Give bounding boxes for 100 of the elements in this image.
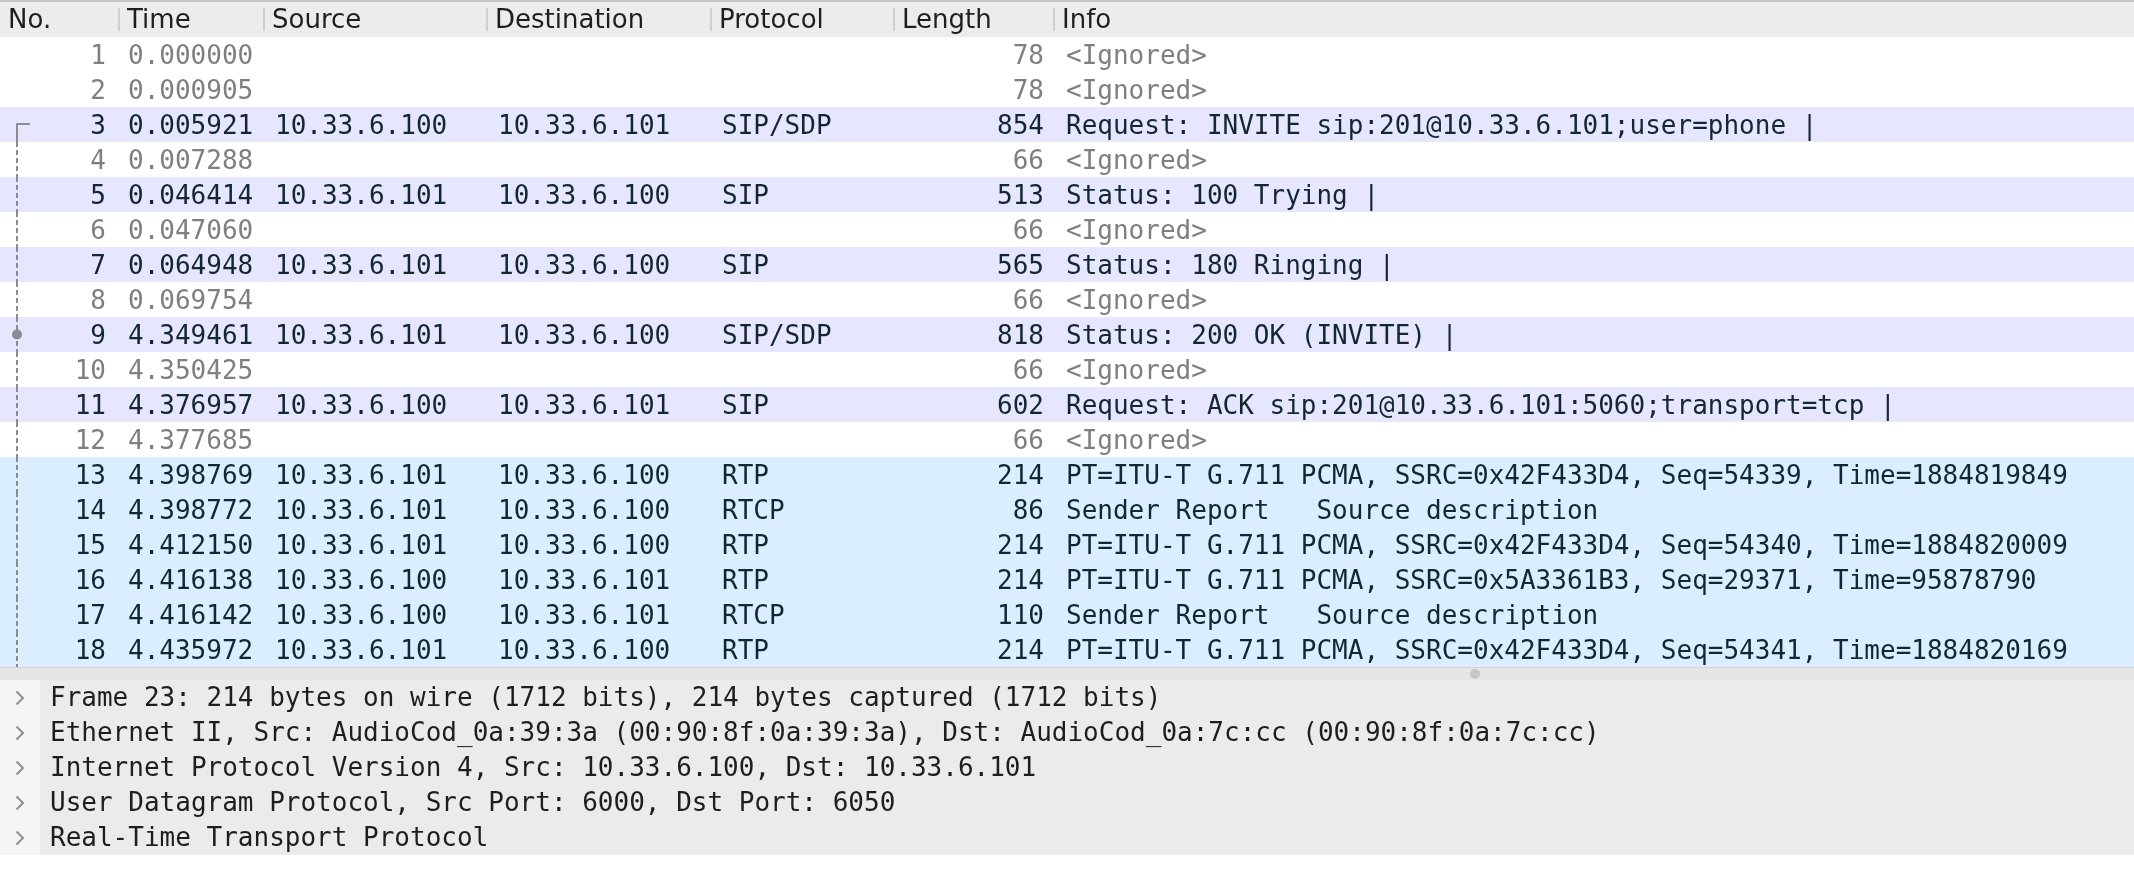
protocol-name: RTP	[722, 459, 769, 490]
protocol-name: SIP/SDP	[722, 319, 832, 350]
packet-time: 4.377685	[128, 424, 254, 455]
packet-info: Status: 180 Ringing |	[1066, 249, 1395, 280]
source-address: 10.33.6.101	[275, 529, 448, 560]
packet-row[interactable]: 7 0.064948 10.33.6.101 10.33.6.100 SIP 565 Status: 180 Ringing |	[0, 247, 2134, 282]
column-header[interactable]: Info	[1053, 2, 2134, 37]
packet-time: 4.398769	[128, 459, 254, 490]
packet-info: <Ignored>	[1066, 214, 1207, 245]
packet-number: 13	[74, 459, 106, 490]
packet-length: 66	[1012, 284, 1044, 315]
packet-length: 78	[1012, 39, 1044, 70]
packet-length: 66	[1012, 424, 1044, 455]
destination-address: 10.33.6.100	[498, 529, 671, 560]
packet-row[interactable]: 17 4.416142 10.33.6.100 10.33.6.101 RTCP 110 Sender Report Source description	[0, 597, 2134, 632]
packet-number: 14	[74, 494, 106, 525]
packet-number: 12	[74, 424, 106, 455]
packet-time: 0.047060	[128, 214, 254, 245]
packet-info: <Ignored>	[1066, 354, 1207, 385]
column-header[interactable]: Source	[263, 2, 486, 37]
destination-address: 10.33.6.100	[498, 179, 671, 210]
packet-number: 3	[90, 109, 106, 140]
packet-number: 6	[90, 214, 106, 245]
column-header[interactable]: Protocol	[710, 2, 893, 37]
packet-number: 4	[90, 144, 106, 175]
packet-length: 513	[997, 179, 1044, 210]
source-address: 10.33.6.100	[275, 109, 448, 140]
packet-row[interactable]: 16 4.416138 10.33.6.100 10.33.6.101 RTP 214 PT=ITU-T G.711 PCMA, SSRC=0x5A3361B3, Seq=29371, Time=95878790	[0, 562, 2134, 597]
packet-row[interactable]: 5 0.046414 10.33.6.101 10.33.6.100 SIP 513 Status: 100 Trying |	[0, 177, 2134, 212]
packet-time: 4.376957	[128, 389, 254, 420]
packet-row[interactable]: 14 4.398772 10.33.6.101 10.33.6.100 RTCP 86 Sender Report Source description	[0, 492, 2134, 527]
packet-info: PT=ITU-T G.711 PCMA, SSRC=0x42F433D4, Seq=54339, Time=1884819849	[1066, 459, 2068, 490]
packet-info: Status: 200 OK (INVITE) |	[1066, 319, 1458, 350]
protocol-name: SIP	[722, 389, 769, 420]
packet-number: 8	[90, 284, 106, 315]
source-address: 10.33.6.101	[275, 459, 448, 490]
packet-info: PT=ITU-T G.711 PCMA, SSRC=0x42F433D4, Seq=54341, Time=1884820169	[1066, 634, 2068, 665]
source-address: 10.33.6.100	[275, 599, 448, 630]
packet-length: 66	[1012, 214, 1044, 245]
packet-number: 10	[74, 354, 106, 385]
packet-row[interactable]: 18 4.435972 10.33.6.101 10.33.6.100 RTP 214 PT=ITU-T G.711 PCMA, SSRC=0x42F433D4, Seq=54341, Time=1884820169	[0, 632, 2134, 667]
packet-row[interactable]: 9 4.349461 10.33.6.101 10.33.6.100 SIP/SDP 818 Status: 200 OK (INVITE) |	[0, 317, 2134, 352]
detail-item[interactable]: Real-Time Transport Protocol	[40, 820, 2134, 855]
packet-length: 854	[997, 109, 1044, 140]
packet-time: 0.007288	[128, 144, 254, 175]
packet-length: 818	[997, 319, 1044, 350]
packet-info: <Ignored>	[1066, 39, 1207, 70]
detail-item[interactable]: Frame 23: 214 bytes on wire (1712 bits), 214 bytes captured (1712 bits)	[40, 680, 2134, 715]
packet-row[interactable]: 11 4.376957 10.33.6.100 10.33.6.101 SIP 602 Request: ACK sip:201@10.33.6.101:5060;transport=tcp |	[0, 387, 2134, 422]
packet-number: 11	[74, 389, 106, 420]
column-header[interactable]: Destination	[486, 2, 710, 37]
expand-toggle[interactable]	[0, 820, 40, 855]
source-address: 10.33.6.100	[275, 564, 448, 595]
packet-row[interactable]: 15 4.412150 10.33.6.101 10.33.6.100 RTP 214 PT=ITU-T G.711 PCMA, SSRC=0x42F433D4, Seq=54340, Time=1884820009	[0, 527, 2134, 562]
protocol-name: RTCP	[722, 494, 785, 525]
source-address: 10.33.6.101	[275, 494, 448, 525]
packet-info: <Ignored>	[1066, 74, 1207, 105]
packet-info: <Ignored>	[1066, 144, 1207, 175]
packet-row[interactable]: 3 0.005921 10.33.6.100 10.33.6.101 SIP/SDP 854 Request: INVITE sip:201@10.33.6.101;user=phone |	[0, 107, 2134, 142]
packet-time: 4.412150	[128, 529, 254, 560]
packet-time: 0.000905	[128, 74, 254, 105]
detail-item[interactable]: Ethernet II, Src: AudioCod_0a:39:3a (00:90:8f:0a:39:3a), Dst: AudioCod_0a:7c:cc (00:90:8f:0a:7c:cc)	[40, 715, 2134, 750]
destination-address: 10.33.6.100	[498, 319, 671, 350]
packet-number: 5	[90, 179, 106, 210]
detail-item[interactable]: Internet Protocol Version 4, Src: 10.33.6.100, Dst: 10.33.6.101	[40, 750, 2134, 785]
source-address: 10.33.6.101	[275, 249, 448, 280]
packet-info: Status: 100 Trying |	[1066, 179, 1380, 210]
packet-time: 4.398772	[128, 494, 254, 525]
detail-item[interactable]: User Datagram Protocol, Src Port: 6000, Dst Port: 6050	[40, 785, 2134, 820]
packet-length: 110	[997, 599, 1044, 630]
splitter-handle[interactable]	[1470, 669, 1480, 679]
packet-number: 17	[74, 599, 106, 630]
packet-number: 2	[90, 74, 106, 105]
packet-number: 9	[90, 319, 106, 350]
packet-time: 0.046414	[128, 179, 254, 210]
packet-number: 1	[90, 39, 106, 70]
packet-length: 66	[1012, 354, 1044, 385]
destination-address: 10.33.6.100	[498, 249, 671, 280]
column-header[interactable]: No.	[0, 2, 118, 37]
packet-row[interactable]: 13 4.398769 10.33.6.101 10.33.6.100 RTP 214 PT=ITU-T G.711 PCMA, SSRC=0x42F433D4, Seq=54339, Time=1884819849	[0, 457, 2134, 492]
packet-info: <Ignored>	[1066, 424, 1207, 455]
packet-info: PT=ITU-T G.711 PCMA, SSRC=0x5A3361B3, Seq=29371, Time=95878790	[1066, 564, 2037, 595]
packet-length: 66	[1012, 144, 1044, 175]
source-address: 10.33.6.101	[275, 319, 448, 350]
packet-number: 15	[74, 529, 106, 560]
packet-time: 0.064948	[128, 249, 254, 280]
packet-length: 214	[997, 529, 1044, 560]
packet-length: 565	[997, 249, 1044, 280]
protocol-name: RTP	[722, 634, 769, 665]
column-header[interactable]: Time	[118, 2, 263, 37]
packet-time: 4.435972	[128, 634, 254, 665]
destination-address: 10.33.6.101	[498, 109, 671, 140]
protocol-name: SIP	[722, 179, 769, 210]
packet-length: 214	[997, 459, 1044, 490]
column-header[interactable]: Length	[893, 2, 1053, 37]
packet-time: 4.416138	[128, 564, 254, 595]
protocol-name: SIP	[722, 249, 769, 280]
packet-time: 4.349461	[128, 319, 254, 350]
source-address: 10.33.6.101	[275, 634, 448, 665]
expand-toggle[interactable]	[0, 680, 40, 715]
